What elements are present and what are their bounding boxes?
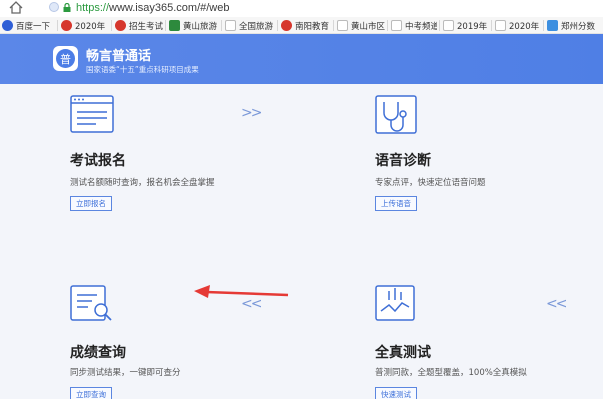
card-title-score-query: 成绩查询: [70, 345, 126, 361]
bookmark-item[interactable]: 黄山市区: [337, 18, 385, 33]
bookmark-item[interactable]: 招生考试: [115, 18, 163, 33]
bookmark-item[interactable]: 南阳教育: [281, 18, 331, 33]
bookmark-item[interactable]: 中考频道: [391, 18, 437, 33]
emblem-icon: [115, 20, 126, 31]
card-title-voice-diagnosis: 语音诊断: [375, 153, 431, 169]
bookmark-item[interactable]: 全国旅游: [225, 18, 275, 33]
site-title: 畅言普通话: [86, 49, 152, 64]
emblem-icon: [61, 20, 72, 31]
bookmark-item[interactable]: 2020年: [61, 18, 109, 33]
bookmark-item[interactable]: 郑州分数: [547, 18, 603, 33]
bookmark-item[interactable]: 百度一下: [2, 18, 54, 33]
logo-mark: 普: [56, 49, 75, 68]
card-title-exam-signup: 考试报名: [70, 153, 126, 169]
lock-icon: [63, 3, 71, 12]
card-desc-exam-signup: 测试名额随时查询，报名机会全盘掌握: [70, 178, 215, 188]
annotation-arrow-icon: [194, 285, 289, 298]
bookmark-item[interactable]: 黄山旅游: [169, 18, 219, 33]
site-icon: [547, 20, 558, 31]
bookmark-item[interactable]: 2019年: [443, 18, 489, 33]
bookmark-item[interactable]: 2020年: [495, 18, 541, 33]
page-icon: [337, 20, 348, 31]
card-desc-voice-diagnosis: 专家点评，快速定位语音问题: [375, 178, 486, 188]
search-document-icon: [70, 285, 112, 321]
page-icon: [225, 20, 236, 31]
signup-now-button[interactable]: 立即报名: [70, 196, 112, 211]
paw-icon: [2, 20, 13, 31]
upload-voice-button[interactable]: 上传语音: [375, 196, 417, 211]
quick-test-button[interactable]: 快速测试: [375, 387, 417, 399]
expand-arrows-icon[interactable]: >>: [241, 105, 263, 121]
card-desc-score-query: 同步测试结果，一键即可查分: [70, 368, 181, 378]
card-desc-full-test: 普测同款，全题型覆盖，100%全真模拟: [375, 368, 527, 378]
chart-test-icon: [375, 285, 415, 321]
home-icon[interactable]: [9, 1, 23, 14]
site-subtitle: 国家语委“十五”重点科研项目成果: [86, 65, 199, 74]
url-field[interactable]: https://www.isay365.com/#/web: [76, 0, 229, 16]
page-icon: [443, 20, 454, 31]
site-icon: [169, 20, 180, 31]
collapse-arrows-icon[interactable]: <<: [546, 296, 568, 312]
site-header: 普 畅言普通话 国家语委“十五”重点科研项目成果: [0, 34, 603, 84]
query-now-button[interactable]: 立即查询: [70, 387, 112, 399]
emblem-icon: [281, 20, 292, 31]
logo[interactable]: 普: [53, 46, 78, 71]
bookmarks-bar: 百度一下 2020年 招生考试 黄山旅游 全国旅游 南阳教育 黄山市区 中考频道…: [0, 17, 603, 34]
shield-icon: [49, 2, 59, 12]
stethoscope-icon: [375, 95, 417, 134]
card-title-full-test: 全真测试: [375, 345, 431, 361]
main-content: >> 考试报名 测试名额随时查询，报名机会全盘掌握 立即报名 语音诊断 专家点评…: [0, 84, 603, 399]
form-icon: [70, 95, 114, 133]
page-icon: [495, 20, 506, 31]
page-icon: [391, 20, 402, 31]
address-bar: https://www.isay365.com/#/web: [0, 0, 603, 17]
